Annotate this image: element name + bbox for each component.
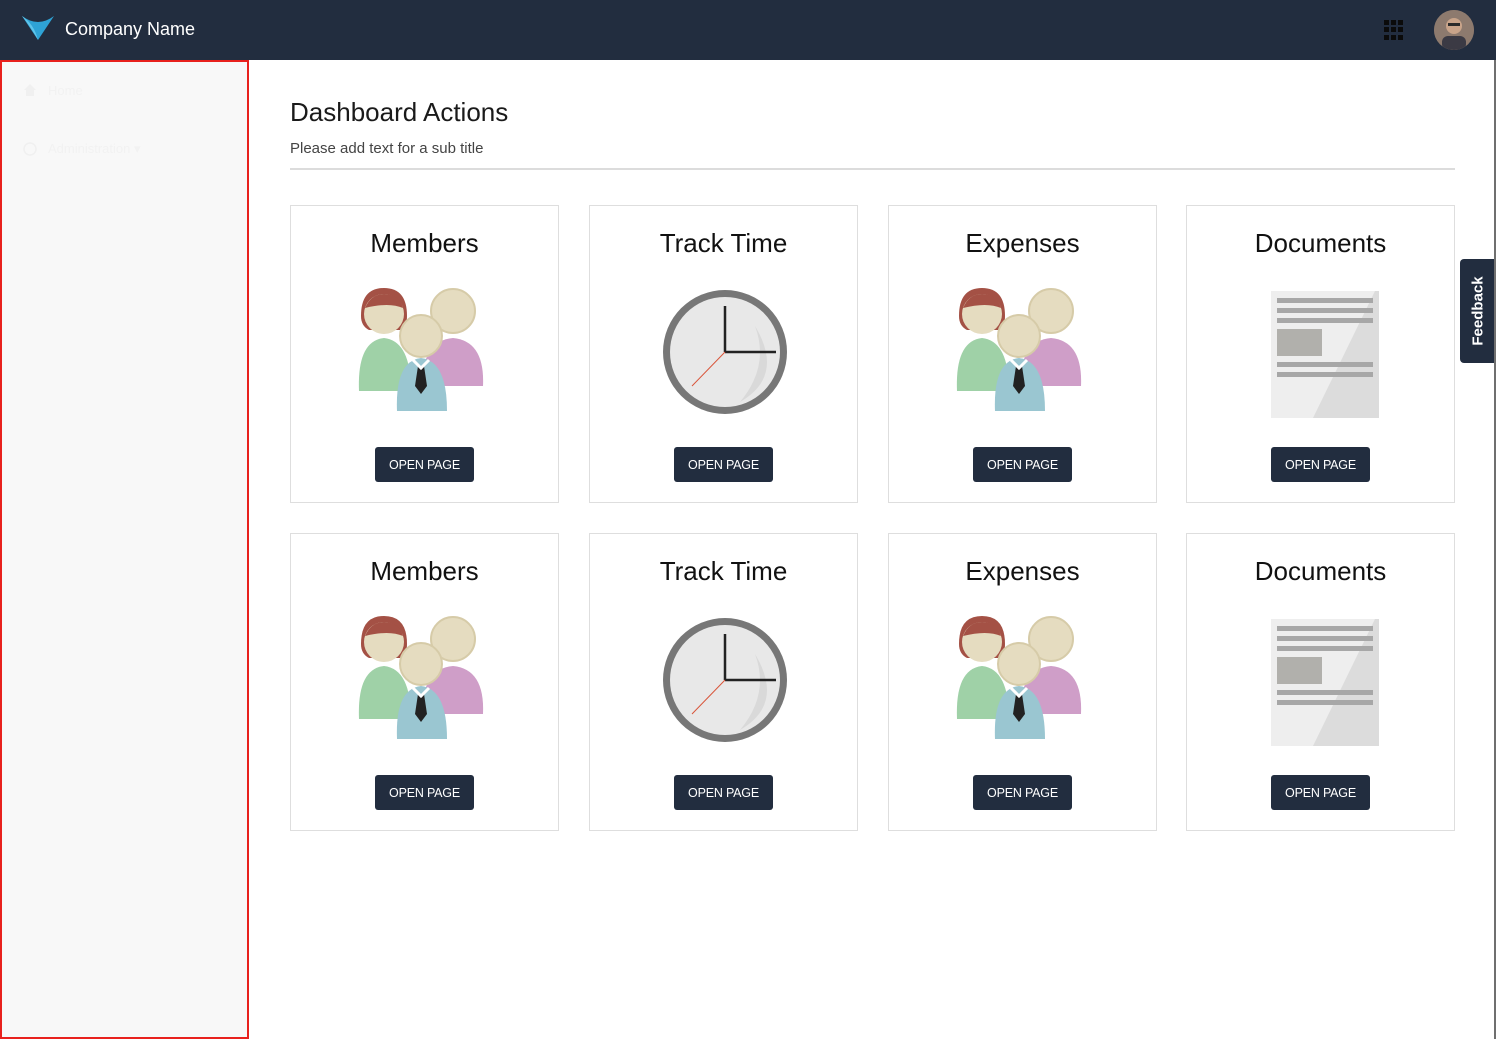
open-page-button[interactable]: OPEN PAGE [973, 447, 1072, 482]
members-icon [351, 614, 501, 749]
action-card: Documents OPEN PAGE [1186, 205, 1455, 503]
settings-icon [23, 142, 37, 156]
card-title: Documents [1254, 556, 1387, 586]
open-page-button[interactable]: OPEN PAGE [375, 447, 474, 482]
page-title: Dashboard Actions [290, 97, 509, 127]
apps-grid-icon[interactable] [1384, 20, 1404, 40]
open-page-button[interactable]: OPEN PAGE [674, 447, 773, 482]
sidebar-item-label: Home [48, 82, 83, 98]
user-avatar[interactable] [1434, 10, 1474, 50]
divider [290, 168, 1455, 170]
feedback-label: Feedback [1469, 276, 1487, 346]
open-page-button[interactable]: OPEN PAGE [1271, 447, 1370, 482]
sidebar-item-administration[interactable]: Administration ▾ [22, 141, 141, 157]
open-page-button[interactable]: OPEN PAGE [674, 775, 773, 810]
action-card: Members OPEN PAGE [290, 205, 559, 503]
card-title: Track Time [659, 228, 788, 258]
members-icon [949, 614, 1099, 749]
feedback-tab[interactable]: Feedback [1460, 259, 1496, 363]
card-title: Expenses [965, 556, 1080, 586]
home-icon [24, 84, 36, 96]
card-title: Members [370, 556, 479, 586]
action-card: Expenses OPEN PAGE [888, 205, 1157, 503]
open-page-button[interactable]: OPEN PAGE [973, 775, 1072, 810]
document-icon [1247, 614, 1397, 749]
action-card: Track Time OPEN PAGE [589, 533, 858, 831]
page-subtitle: Please add text for a sub title [290, 140, 484, 157]
action-card: Members OPEN PAGE [290, 533, 559, 831]
card-title: Members [370, 228, 479, 258]
action-card: Documents OPEN PAGE [1186, 533, 1455, 831]
logo-icon[interactable] [20, 12, 56, 44]
top-navbar: Company Name [0, 0, 1496, 60]
action-card: Track Time OPEN PAGE [589, 205, 858, 503]
members-icon [351, 286, 501, 421]
members-icon [949, 286, 1099, 421]
clock-icon [650, 286, 800, 421]
open-page-button[interactable]: OPEN PAGE [1271, 775, 1370, 810]
sidebar: Home Administration ▾ [0, 60, 249, 1039]
sidebar-item-home[interactable]: Home [22, 82, 83, 98]
action-card: Expenses OPEN PAGE [888, 533, 1157, 831]
open-page-button[interactable]: OPEN PAGE [375, 775, 474, 810]
document-icon [1247, 286, 1397, 421]
card-title: Documents [1254, 228, 1387, 258]
clock-icon [650, 614, 800, 749]
card-title: Expenses [965, 228, 1080, 258]
card-title: Track Time [659, 556, 788, 586]
company-name[interactable]: Company Name [65, 19, 195, 40]
sidebar-item-label: Administration ▾ [48, 141, 141, 156]
